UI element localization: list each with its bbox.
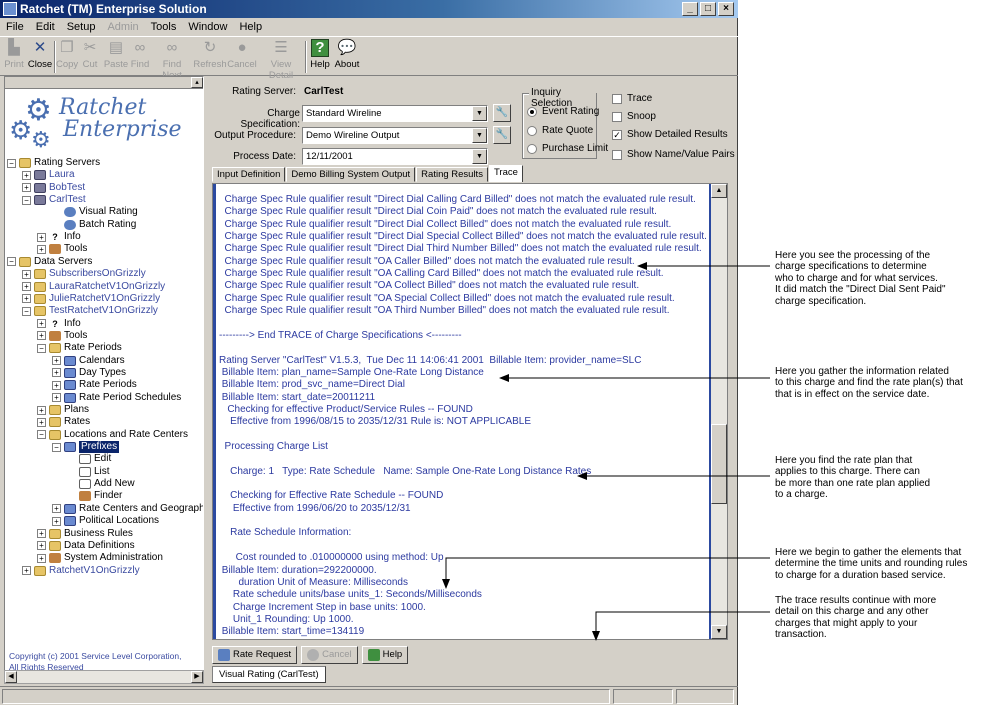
annotation-rate-plan: Here you find the rate plan that applies …	[775, 455, 931, 501]
annotation-arrow	[442, 557, 770, 589]
annotation-rate-plan-info: Here you gather the information related t…	[775, 366, 963, 400]
annotation-trace-continues: The trace results continue with more deta…	[775, 595, 937, 641]
annotation-charge-spec: Here you see the processing of the charge…	[775, 250, 946, 307]
annotation-arrow	[592, 611, 770, 641]
annotation-time-units: Here we begin to gather the elements tha…	[775, 547, 968, 581]
